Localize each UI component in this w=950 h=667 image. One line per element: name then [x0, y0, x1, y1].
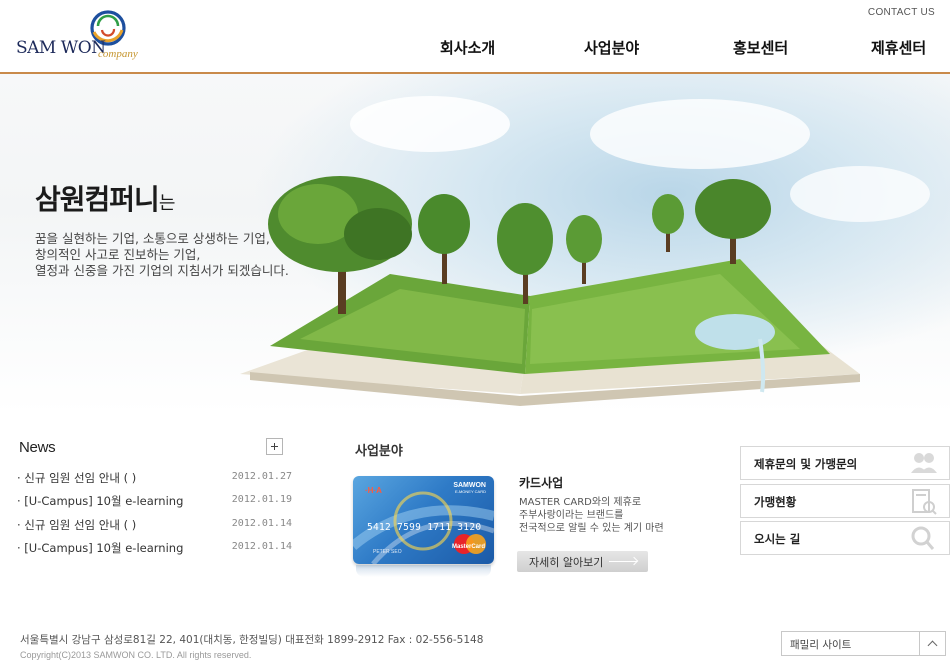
quick-link-store-status[interactable]: 가맹현황 [740, 484, 950, 518]
footer-copyright: Copyright(C)2013 SAMWON CO. LTD. All rig… [20, 650, 252, 660]
business-name: 카드사업 [519, 476, 564, 490]
hero-title-main: 삼원컴퍼니 [35, 183, 160, 216]
arrow-right-icon [609, 561, 637, 562]
people-icon [911, 453, 937, 473]
store-search-icon [912, 489, 937, 515]
nav-item-company[interactable]: 회사소개 [440, 37, 495, 58]
news-item[interactable]: · [U-Campus] 10월 e-learning 2012.01.19 [17, 493, 295, 516]
contact-us-link[interactable]: CONTACT US [868, 7, 935, 18]
quick-link-partnership-inquiry[interactable]: 제휴문의 및 가맹문의 [740, 446, 950, 480]
card-brand-sub: E-MONEY CARD [454, 489, 486, 494]
business-section-title: 사업분야 [355, 444, 403, 459]
nav-item-business[interactable]: 사업분야 [584, 37, 639, 58]
main-nav: 회사소개 사업분야 홍보센터 제휴센터 [0, 37, 950, 59]
more-details-button[interactable]: 자세히 알아보기 [517, 551, 648, 572]
quick-link-label: 오시는 길 [754, 532, 801, 546]
news-list: · 신규 임원 선임 안내 ( ) 2012.01.27 · [U-Campus]… [17, 470, 295, 563]
card-brand-name: SAMWON [453, 482, 486, 489]
hero-title-suffix: 는 [158, 193, 176, 214]
hero-title: 삼원컴퍼니는 [35, 178, 175, 218]
business-desc-line-3: 전국적으로 알릴 수 있는 계기 마련 [519, 523, 664, 534]
news-item-date: 2012.01.19 [231, 494, 292, 506]
card-network-label: MasterCard [452, 544, 486, 550]
family-site-select[interactable]: 패밀리 사이트 [781, 631, 946, 656]
card-number: 5412 7599 1711 3120 [367, 522, 482, 533]
news-item-date: 2012.01.14 [231, 540, 292, 552]
news-item[interactable]: · 신규 임원 선임 안내 ( ) 2012.01.27 [17, 470, 295, 493]
news-item-date: 2012.01.14 [231, 517, 292, 529]
hero-line-3: 열정과 신중을 가진 기업의 지침서가 되겠습니다. [35, 263, 289, 278]
news-more-plus-icon[interactable] [266, 438, 283, 455]
quick-link-directions[interactable]: 오시는 길 [740, 521, 950, 555]
nav-item-partnership[interactable]: 제휴센터 [871, 37, 926, 58]
magnifier-icon [911, 526, 935, 550]
chevron-up-icon[interactable] [919, 632, 945, 655]
news-item[interactable]: · 신규 임원 선임 안내 ( ) 2012.01.14 [17, 517, 295, 540]
card-image: ·H·A SAMWON E-MONEY CARD 5412 7599 1711 … [353, 476, 494, 564]
card-reflection [356, 565, 491, 577]
card-chip-mark: ·H·A [365, 486, 382, 495]
quick-link-label: 가맹현황 [754, 495, 797, 509]
card-brand: SAMWON E-MONEY CARD [453, 482, 486, 494]
news-item-title[interactable]: · [U-Campus] 10월 e-learning [17, 493, 183, 509]
hero-banner: 삼원컴퍼니는 꿈을 실현하는 기업, 소통으로 상생하는 기업, 창의적인 사고… [0, 74, 950, 414]
news-item-title[interactable]: · [U-Campus] 10월 e-learning [17, 540, 183, 556]
news-title: News [19, 439, 56, 456]
site-header: SAM WON company CONTACT US 회사소개 사업분야 홍보센… [0, 0, 950, 74]
card-holder: PETER SEO [373, 549, 402, 555]
quick-link-label: 제휴문의 및 가맹문의 [754, 457, 858, 471]
family-site-label: 패밀리 사이트 [790, 639, 852, 651]
news-item-title[interactable]: · 신규 임원 선임 안내 ( ) [17, 517, 136, 533]
nav-item-pr-center[interactable]: 홍보센터 [733, 37, 788, 58]
news-item-title[interactable]: · 신규 임원 선임 안내 ( ) [17, 470, 136, 486]
more-details-label: 자세히 알아보기 [529, 556, 604, 569]
news-item[interactable]: · [U-Campus] 10월 e-learning 2012.01.14 [17, 540, 295, 563]
news-item-date: 2012.01.27 [231, 471, 292, 482]
footer-address: 서울특별시 강남구 삼성로81길 22, 401(대치동, 한정빌딩) 대표전화… [20, 634, 484, 646]
